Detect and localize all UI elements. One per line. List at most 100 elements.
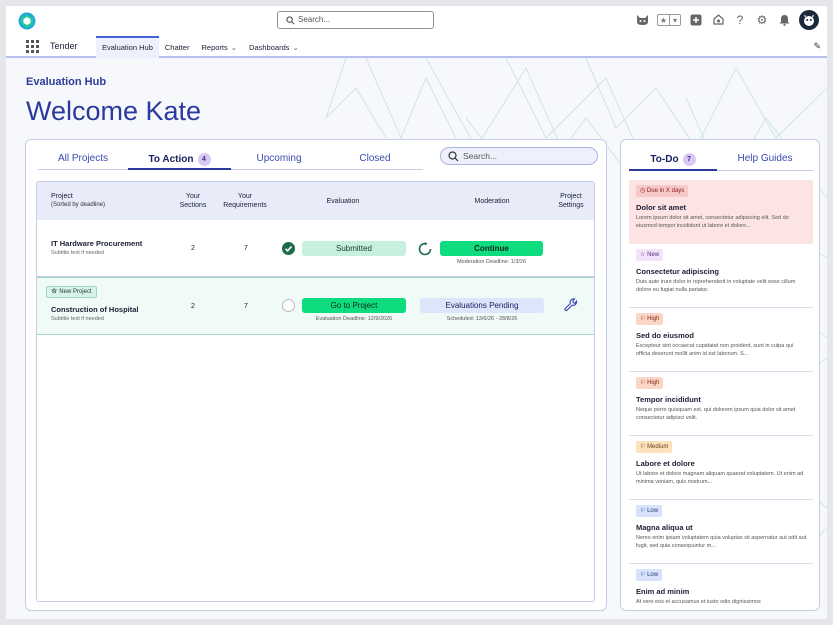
requirements-count: 7 bbox=[244, 303, 248, 310]
moderation-deadline: Moderation Deadline: 1/3/26 bbox=[456, 259, 527, 265]
app-logo-icon[interactable] bbox=[18, 12, 36, 30]
badge-label: High bbox=[647, 380, 660, 386]
column-requirements[interactable]: Your Requirements bbox=[215, 192, 275, 210]
badge-label: Due in X days bbox=[646, 188, 685, 194]
app-name: Tender bbox=[50, 41, 78, 51]
nav-item-reports[interactable]: Reports ⌄ bbox=[195, 36, 243, 58]
column-sections[interactable]: Your Sections bbox=[173, 192, 213, 210]
sync-icon bbox=[418, 242, 432, 256]
chevron-down-icon[interactable]: ⌄ bbox=[293, 43, 299, 52]
nav-item-label: Reports bbox=[201, 43, 228, 52]
clock-icon: ◷ bbox=[640, 188, 646, 194]
nav-item-evaluation-hub[interactable]: Evaluation Hub bbox=[96, 36, 159, 58]
project-subtitle: Subtitle text if needed bbox=[51, 316, 104, 322]
gear-icon[interactable]: ⚙ bbox=[755, 13, 769, 27]
todo-tabs: To-Do 7 Help Guides bbox=[629, 148, 813, 171]
wrench-icon[interactable] bbox=[564, 298, 578, 312]
flag-icon: ⚐ bbox=[640, 316, 646, 322]
column-settings[interactable]: Project Settings bbox=[551, 192, 591, 210]
column-label: Moderation bbox=[474, 198, 510, 205]
plus-square-icon[interactable] bbox=[689, 13, 703, 27]
table-row[interactable]: ☆ New Project Construction of Hospital Su… bbox=[37, 277, 594, 335]
star-icon: ☆ bbox=[640, 252, 646, 258]
column-label: Your bbox=[237, 193, 253, 200]
tab-closed[interactable]: Closed bbox=[327, 148, 423, 170]
chevron-down-icon[interactable]: ⌄ bbox=[231, 43, 237, 52]
help-icon[interactable]: ? bbox=[733, 13, 747, 27]
page: Search... ★ ▾ ? ⚙ Tender Evaluation Hub … bbox=[6, 6, 827, 619]
todo-title: Consectetur adipiscing bbox=[636, 267, 719, 276]
check-circle-icon bbox=[282, 242, 295, 255]
tab-upcoming[interactable]: Upcoming bbox=[231, 148, 327, 170]
todo-item[interactable]: ☆ New Consectetur adipiscing Duis aute i… bbox=[629, 244, 813, 308]
column-label: Your bbox=[185, 193, 201, 200]
app-launcher-icon[interactable] bbox=[26, 40, 39, 53]
column-label: Evaluation bbox=[326, 198, 360, 205]
star-icon[interactable]: ★ bbox=[658, 15, 669, 25]
evaluations-pending-status: Evaluations Pending bbox=[420, 298, 544, 313]
empty-circle-icon bbox=[282, 299, 295, 312]
project-title[interactable]: Construction of Hospital bbox=[51, 305, 139, 314]
project-search-input[interactable]: Search... bbox=[440, 147, 598, 165]
evaluation-deadline: Evaluation Deadline: 12/9/2026 bbox=[315, 316, 393, 322]
todo-description: Nemo enim ipsam voluptatem quia voluptas… bbox=[636, 535, 807, 549]
project-title[interactable]: IT Hardware Procurement bbox=[51, 239, 142, 248]
column-sublabel: (Sorted by deadline) bbox=[51, 202, 106, 208]
tab-label: To Action bbox=[148, 154, 194, 165]
bell-cloud-icon[interactable] bbox=[711, 13, 725, 27]
todo-item[interactable]: ⚐ Medium Labore et dolore Ut labore et d… bbox=[629, 436, 813, 500]
badge-label: High bbox=[647, 316, 660, 322]
tab-count-badge: 4 bbox=[197, 153, 211, 166]
column-project[interactable]: Project (Sorted by deadline) bbox=[51, 192, 105, 210]
page-title: Welcome Kate bbox=[26, 96, 202, 126]
sections-count: 2 bbox=[191, 303, 195, 310]
tab-to-action[interactable]: To Action 4 bbox=[128, 148, 231, 170]
nav-item-chatter[interactable]: Chatter bbox=[159, 36, 196, 58]
todo-item[interactable]: ⚐ Low Enim ad minim At vero eos et accus… bbox=[629, 564, 813, 610]
notification-icon[interactable] bbox=[777, 13, 791, 27]
avatar[interactable] bbox=[799, 10, 819, 30]
tab-label: Help Guides bbox=[737, 153, 793, 164]
moderation-schedule: Scheduled: 13/6/26 - 28/8/26 bbox=[446, 316, 518, 322]
cat-icon[interactable] bbox=[635, 13, 649, 27]
todo-item[interactable]: ⚐ Low Magna aliqua ut Nemo enim ipsam vo… bbox=[629, 500, 813, 564]
tab-count-badge: 7 bbox=[682, 153, 696, 166]
search-icon bbox=[448, 151, 459, 162]
column-label: Requirements bbox=[223, 202, 267, 209]
flag-icon: ⚐ bbox=[640, 380, 646, 386]
table-row[interactable]: IT Hardware Procurement Subtitle text if… bbox=[37, 220, 594, 277]
go-to-project-button[interactable]: Go to Project bbox=[302, 298, 406, 313]
continue-button[interactable]: Continue bbox=[440, 241, 543, 256]
column-label: Settings bbox=[558, 202, 584, 209]
column-evaluation[interactable]: Evaluation bbox=[303, 197, 383, 206]
tab-todo[interactable]: To-Do 7 bbox=[629, 148, 717, 171]
column-moderation[interactable]: Moderation bbox=[452, 197, 532, 206]
badge-label: New bbox=[647, 252, 660, 258]
tab-label: Upcoming bbox=[256, 153, 302, 164]
todo-item[interactable]: ⚐ High Sed do eiusmod Excepteur sint occ… bbox=[629, 308, 813, 372]
tab-help-guides[interactable]: Help Guides bbox=[717, 148, 813, 171]
nav-item-dashboards[interactable]: Dashboards ⌄ bbox=[243, 36, 305, 58]
todo-description: Ut labore et dolore magnam aliquam quaer… bbox=[636, 471, 804, 485]
column-label: Project bbox=[51, 193, 73, 200]
todo-item[interactable]: ◷ Due in X days Dolor sit amet Lorem ips… bbox=[629, 180, 813, 244]
flag-icon: ⚐ bbox=[640, 572, 646, 578]
utility-icons: ★ ▾ ? ⚙ bbox=[635, 10, 819, 30]
chevron-down-icon[interactable]: ▾ bbox=[669, 15, 680, 25]
todo-item[interactable]: ⚐ High Tempor incididunt Neque porro qui… bbox=[629, 372, 813, 436]
projects-card: All Projects To Action 4 Upcoming Closed … bbox=[25, 139, 607, 611]
tab-all-projects[interactable]: All Projects bbox=[38, 148, 128, 170]
breadcrumb[interactable]: Evaluation Hub bbox=[26, 76, 106, 88]
high-priority-badge: ⚐ High bbox=[636, 313, 664, 325]
badge-label: Low bbox=[647, 572, 659, 578]
edit-pencil-icon[interactable]: ✎ bbox=[813, 41, 821, 52]
todo-description: Neque porro quisquam est, qui dolorem ip… bbox=[636, 407, 796, 421]
todo-description: At vero eos et accusamus et iusto odio d… bbox=[636, 599, 761, 605]
search-icon bbox=[286, 16, 295, 25]
flag-icon: ⚐ bbox=[640, 508, 646, 514]
badge-label: New Project bbox=[59, 289, 92, 295]
global-search-input[interactable]: Search... bbox=[277, 11, 434, 29]
favorites-group[interactable]: ★ ▾ bbox=[657, 14, 681, 26]
tab-label: Closed bbox=[359, 153, 391, 164]
project-search-placeholder: Search... bbox=[463, 151, 498, 161]
